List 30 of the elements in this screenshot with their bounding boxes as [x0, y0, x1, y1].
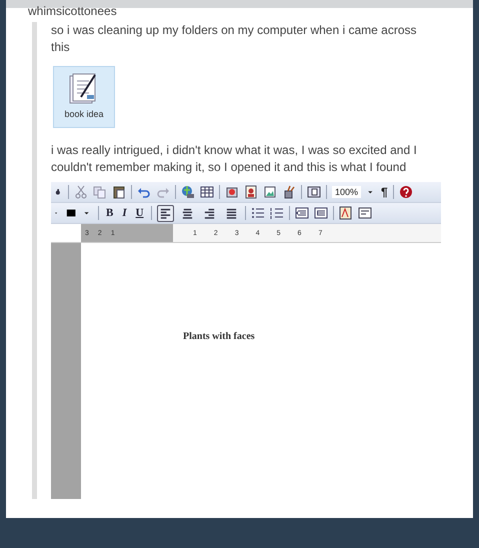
text-lines-icon — [180, 206, 194, 220]
document-text: Plants with faces — [183, 331, 255, 342]
username-link[interactable]: whimsicottonees — [6, 6, 473, 16]
globe-icon[interactable] — [181, 185, 195, 199]
italic-button[interactable]: I — [120, 207, 129, 219]
image-icon[interactable] — [263, 185, 277, 199]
bold-button[interactable]: B — [104, 207, 116, 219]
page-layout-icon[interactable] — [358, 206, 372, 220]
text-lines-icon — [202, 206, 216, 220]
file-name: book idea — [64, 109, 104, 119]
show-formatting-button[interactable]: ¶ — [381, 185, 388, 199]
portrait-icon[interactable] — [244, 185, 258, 199]
text-lines-icon — [224, 206, 238, 220]
underline-button[interactable]: U — [134, 207, 146, 219]
text-box-icon[interactable] — [338, 206, 353, 220]
file-icon-tile[interactable]: book idea — [53, 66, 115, 128]
post-text: so i was cleaning up my folders on my computer when i came across this — [51, 22, 418, 56]
post-text: i was really intrigued, i didn't know what it was, I was so excited and I couldn't remember making it, so I opened it and this is what I found — [51, 142, 418, 176]
shapes-icon[interactable] — [225, 185, 239, 199]
scissors-icon[interactable] — [74, 185, 88, 199]
outdent-icon[interactable] — [294, 206, 309, 220]
bullet-list-icon[interactable] — [250, 206, 265, 220]
clipboard-icon[interactable] — [112, 185, 126, 199]
zoom-field[interactable]: 100% — [332, 186, 362, 198]
text-lines-icon — [158, 206, 172, 220]
align-left-button[interactable] — [156, 204, 174, 222]
numbered-list-icon[interactable] — [270, 206, 284, 220]
table-icon[interactable] — [200, 185, 214, 199]
indent-icon[interactable] — [314, 206, 328, 220]
help-icon[interactable] — [398, 185, 413, 199]
